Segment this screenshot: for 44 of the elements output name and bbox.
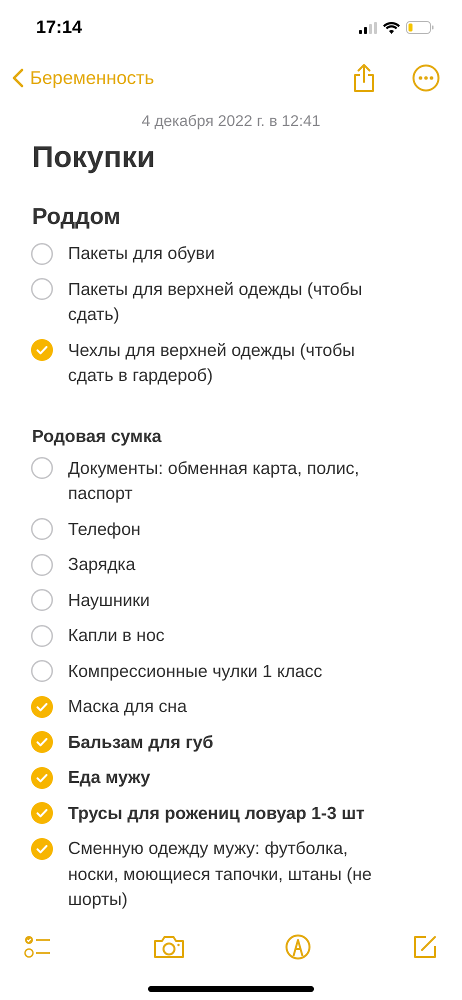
checked-circle[interactable] bbox=[31, 696, 53, 718]
checked-circle[interactable] bbox=[31, 339, 53, 361]
empty-circle[interactable] bbox=[31, 242, 53, 264]
item-text: Наушники bbox=[68, 588, 150, 612]
battery-icon bbox=[406, 21, 434, 34]
item-text: Пакеты для обуви bbox=[68, 242, 215, 265]
signal-icon bbox=[359, 22, 377, 34]
back-button[interactable]: Беременность bbox=[12, 67, 154, 89]
compose-icon[interactable] bbox=[412, 934, 438, 960]
empty-circle[interactable] bbox=[31, 660, 53, 682]
pen-markup-icon[interactable] bbox=[285, 934, 312, 960]
share-icon[interactable] bbox=[352, 63, 376, 93]
item-text: Сменную одежду мужу: футболка, носки, моющиеся тапочки, штаны (не шорты) bbox=[68, 837, 373, 911]
empty-circle[interactable] bbox=[31, 518, 53, 540]
wifi-icon bbox=[383, 22, 400, 34]
item-text: Чехлы для верхней одежды (чтобы сдать в гардероб) bbox=[68, 338, 356, 387]
status-time: 17:14 bbox=[36, 17, 82, 38]
empty-circle[interactable] bbox=[31, 589, 53, 611]
chevron-left-icon bbox=[12, 68, 24, 88]
item-text: Пакеты для верхней одежды (чтобы сдать) bbox=[68, 278, 364, 326]
item-text: Маска для сна bbox=[68, 695, 187, 718]
checked-circle[interactable] bbox=[31, 838, 53, 860]
checked-circle[interactable] bbox=[31, 766, 53, 788]
section-heading: Роддом bbox=[32, 203, 122, 230]
checked-circle[interactable] bbox=[31, 802, 53, 824]
note-title: Покупки bbox=[32, 141, 156, 175]
empty-circle[interactable] bbox=[31, 457, 53, 479]
item-text: Еда мужу bbox=[68, 766, 150, 789]
item-text: Капли в нос bbox=[68, 624, 165, 647]
item-text: Трусы для рожениц ловуар 1-3 шт bbox=[68, 802, 365, 825]
empty-circle[interactable] bbox=[31, 624, 53, 646]
checked-circle[interactable] bbox=[31, 731, 53, 753]
item-text: Бальзам для губ bbox=[68, 730, 214, 754]
empty-circle[interactable] bbox=[31, 554, 53, 576]
checklist-icon[interactable] bbox=[24, 934, 52, 960]
item-text: Зарядка bbox=[68, 553, 136, 576]
camera-icon[interactable] bbox=[152, 935, 185, 959]
item-text: Документы: обменная карта, полис, паспорт bbox=[68, 456, 360, 505]
item-text: Компрессионные чулки 1 класс bbox=[68, 660, 322, 683]
item-text: Телефон bbox=[68, 518, 141, 541]
section-heading: Родовая сумка bbox=[32, 426, 163, 446]
more-icon[interactable] bbox=[412, 64, 440, 92]
empty-circle[interactable] bbox=[31, 278, 53, 300]
note-date: 4 декабря 2022 г. в 12:41 bbox=[140, 113, 322, 131]
